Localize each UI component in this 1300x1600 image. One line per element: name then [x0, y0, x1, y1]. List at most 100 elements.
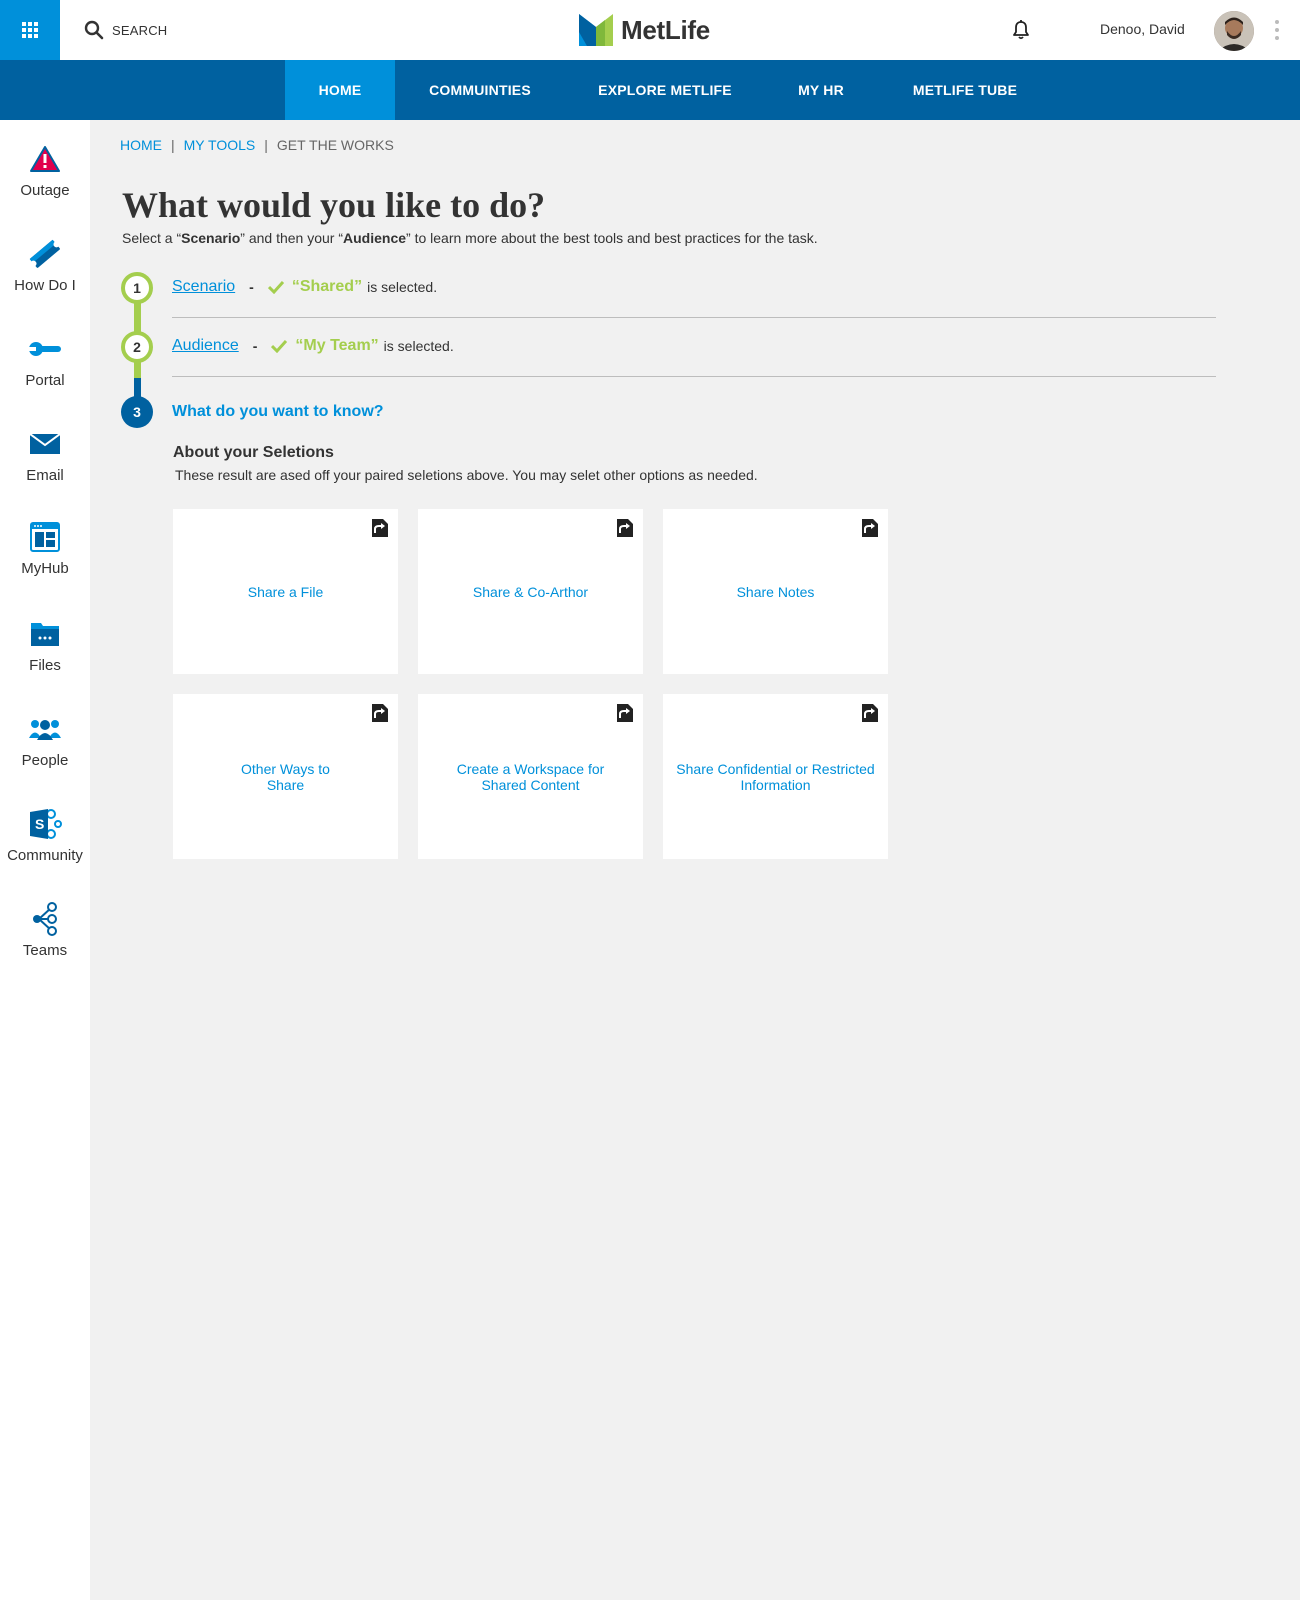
divider	[172, 317, 1216, 318]
teams-icon	[33, 902, 57, 936]
nav-explore-metlife[interactable]: EXPLORE METLIFE	[580, 60, 750, 120]
nav-home[interactable]: HOME	[285, 60, 395, 120]
card-label: Share Confidential or Restricted Informa…	[676, 760, 875, 793]
dashboard-icon	[30, 522, 60, 552]
breadcrumb: HOME | MY TOOLS | GET THE WORKS	[120, 137, 394, 153]
step-dash: -	[252, 338, 258, 354]
breadcrumb-my-tools[interactable]: MY TOOLS	[184, 137, 256, 153]
sidebar-item-label: Community	[7, 847, 83, 864]
selected-audience: “My Team”	[295, 337, 379, 354]
scenario-link[interactable]: Scenario	[172, 278, 235, 296]
divider	[172, 376, 1216, 377]
step-3-circle: 3	[121, 396, 153, 428]
nav-communities[interactable]: COMMUINTIES	[415, 60, 545, 120]
step-2-row: Audience - “My Team” is selected.	[172, 337, 454, 355]
open-link-icon	[617, 519, 633, 537]
card-other-ways-to-share[interactable]: Other Ways to Share	[173, 694, 398, 859]
avatar[interactable]	[1214, 11, 1254, 51]
sidebar-item-email[interactable]: Email	[0, 427, 90, 507]
user-photo-icon	[1214, 11, 1254, 51]
open-link-icon	[372, 704, 388, 722]
ticket-icon	[29, 239, 60, 268]
open-link-icon	[862, 519, 878, 537]
step-1-row: Scenario - “Shared” is selected.	[172, 278, 437, 296]
sidebar-item-portal[interactable]: Portal	[0, 332, 90, 412]
card-label: Share & Co-Arthor	[472, 583, 589, 600]
intro-audience: Audience	[343, 230, 407, 246]
selected-scenario: “Shared”	[291, 278, 363, 295]
sidebar-item-community[interactable]: S Community	[0, 807, 90, 887]
sidebar-item-people[interactable]: People	[0, 712, 90, 792]
sidebar-item-label: Portal	[25, 372, 65, 389]
search-button[interactable]: SEARCH	[84, 20, 167, 40]
open-link-icon	[862, 704, 878, 722]
metlife-mark-icon	[579, 14, 613, 46]
mail-icon	[30, 434, 60, 454]
top-bar: SEARCH MetLife Denoo, David	[0, 0, 1300, 60]
sidebar-item-label: How Do I	[14, 277, 76, 294]
check-icon	[267, 280, 284, 294]
sidebar-item-label: Email	[26, 467, 64, 484]
sidebar-item-label: MyHub	[21, 560, 69, 577]
sidebar-item-label: Outage	[20, 182, 70, 199]
left-sidebar: Outage How Do I Portal Email MyHub Files…	[0, 120, 90, 1600]
svg-text:S: S	[35, 816, 44, 832]
metlife-logo[interactable]: MetLife	[579, 14, 710, 46]
nav-metlife-tube[interactable]: METLIFE TUBE	[895, 60, 1035, 120]
search-icon	[84, 20, 104, 40]
step-2-circle: 2	[121, 331, 153, 363]
sidebar-item-label: People	[21, 752, 69, 769]
user-name[interactable]: Denoo, David	[1100, 21, 1185, 37]
nav-my-hr[interactable]: MY HR	[780, 60, 862, 120]
intro-text: ” to learn more about the best tools and…	[406, 230, 818, 246]
selected-suffix: is selected.	[383, 338, 454, 354]
breadcrumb-current: GET THE WORKS	[276, 137, 394, 153]
step-dash: -	[249, 279, 254, 295]
sidebar-item-how-do-i[interactable]: How Do I	[0, 237, 90, 317]
sidebar-item-myhub[interactable]: MyHub	[0, 520, 90, 600]
open-link-icon	[617, 704, 633, 722]
app-launcher-button[interactable]	[0, 0, 60, 60]
check-icon	[271, 339, 288, 353]
sharepoint-icon: S	[30, 809, 62, 839]
card-share-a-file[interactable]: Share a File	[173, 509, 398, 674]
sidebar-item-label: Teams	[22, 942, 68, 959]
sidebar-item-label: Files	[29, 657, 61, 674]
intro-text: ” and then your “	[240, 230, 344, 246]
about-title: About your Seletions	[173, 444, 334, 461]
about-text: These result are ased off your paired se…	[175, 467, 758, 483]
step-3-title: What do you want to know?	[172, 403, 384, 420]
sidebar-item-files[interactable]: Files	[0, 617, 90, 697]
intro-text: Select a “	[122, 230, 182, 246]
page-title: What would you like to do?	[122, 185, 546, 225]
card-create-workspace[interactable]: Create a Workspace for Shared Content	[418, 694, 643, 859]
breadcrumb-home[interactable]: HOME	[120, 137, 162, 153]
card-label: Create a Workspace for Shared Content	[456, 760, 605, 793]
notification-bell-icon[interactable]	[1010, 19, 1032, 41]
intro-scenario: Scenario	[181, 230, 241, 246]
sidebar-item-outage[interactable]: Outage	[0, 142, 90, 222]
card-share-confidential[interactable]: Share Confidential or Restricted Informa…	[663, 694, 888, 859]
folder-icon	[31, 623, 59, 646]
warning-icon	[30, 146, 60, 172]
breadcrumb-separator: |	[264, 137, 268, 153]
breadcrumb-separator: |	[171, 137, 175, 153]
card-label: Share Notes	[736, 583, 815, 600]
open-link-icon	[372, 519, 388, 537]
search-label: SEARCH	[112, 22, 168, 38]
logo-text: MetLife	[621, 14, 710, 45]
card-label: Share a File	[247, 583, 324, 600]
sidebar-item-teams[interactable]: Teams	[0, 902, 90, 982]
selected-suffix: is selected.	[367, 279, 438, 295]
more-options-icon[interactable]	[1274, 20, 1280, 40]
people-icon	[29, 720, 61, 740]
page-intro: Select a “Scenario” and then your “Audie…	[122, 230, 818, 246]
card-label: Other Ways to Share	[241, 760, 330, 793]
grid-icon	[22, 22, 38, 38]
card-share-notes[interactable]: Share Notes	[663, 509, 888, 674]
wrench-icon	[28, 342, 61, 356]
card-share-co-author[interactable]: Share & Co-Arthor	[418, 509, 643, 674]
audience-link[interactable]: Audience	[172, 337, 239, 355]
main-navigation: HOME COMMUINTIES EXPLORE METLIFE MY HR M…	[0, 60, 1300, 120]
step-1-circle: 1	[121, 272, 153, 304]
